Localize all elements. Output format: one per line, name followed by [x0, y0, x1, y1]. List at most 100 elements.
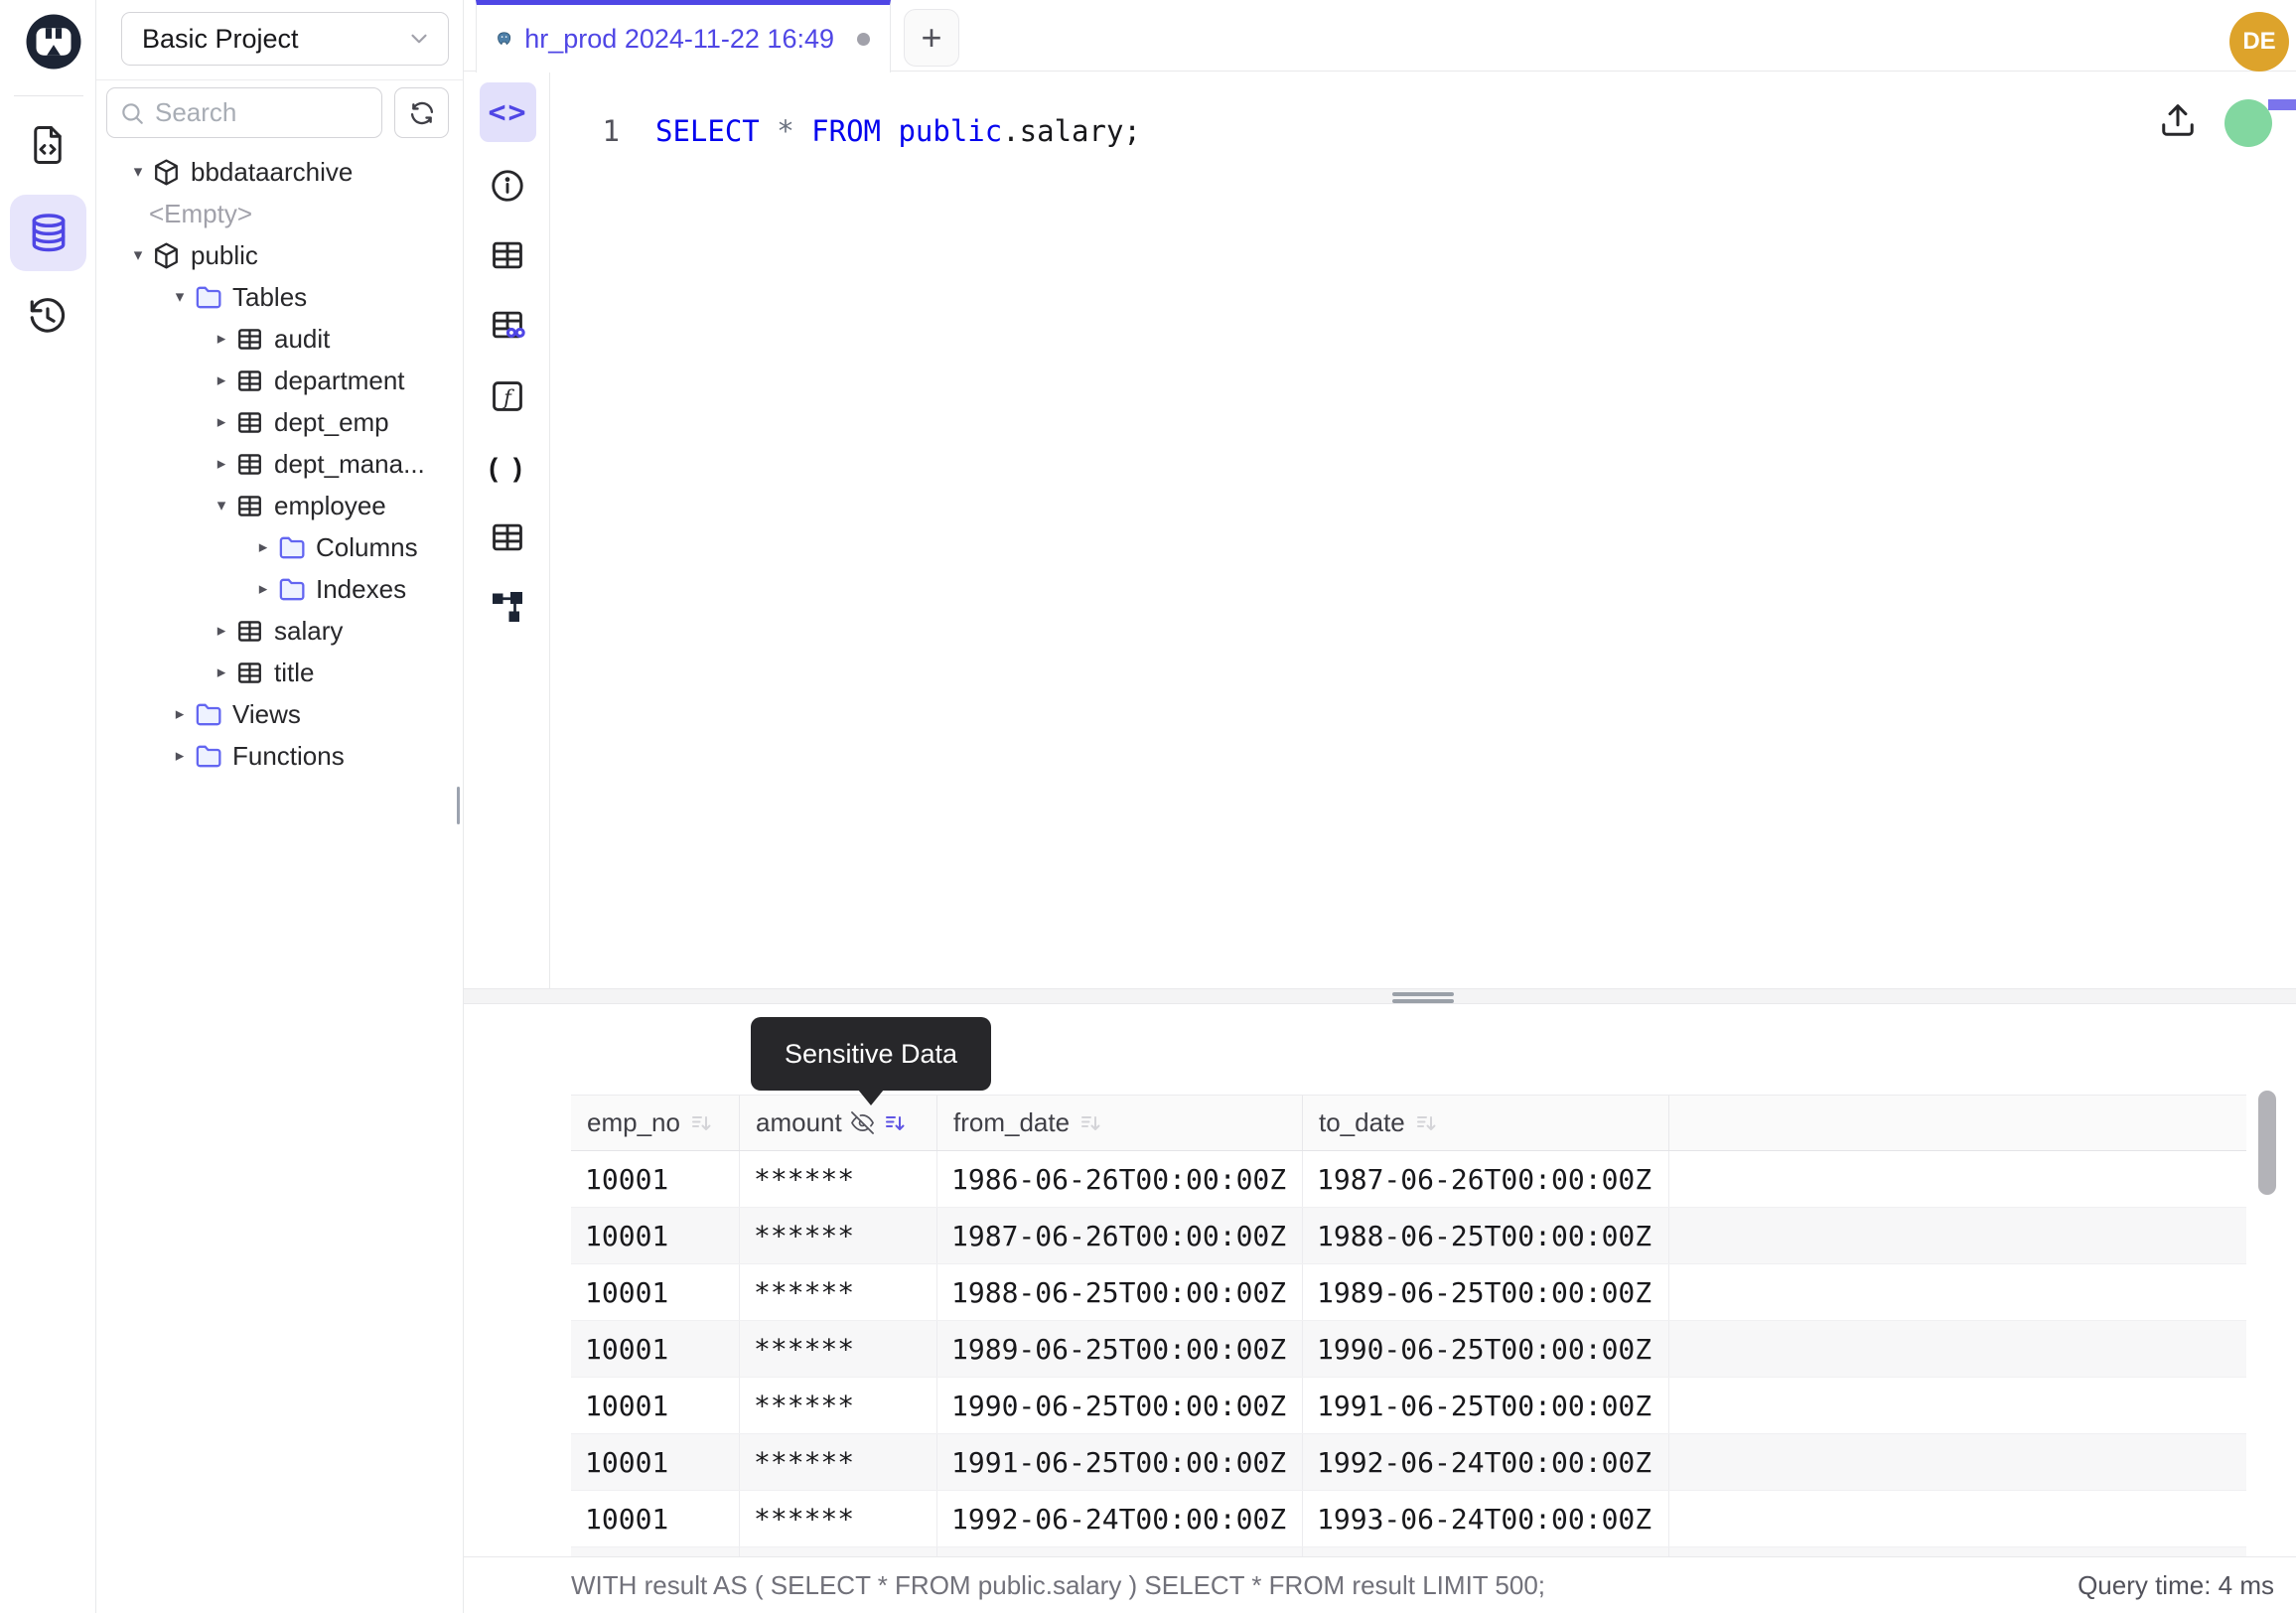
cell[interactable]: 1988-06-25T00:00:00Z — [1303, 1208, 1669, 1263]
external-tables-panel-button[interactable] — [479, 509, 536, 566]
tree-item-folder[interactable]: ▸ Views — [96, 693, 464, 735]
tree-item-folder[interactable]: ▸ Indexes — [96, 568, 464, 610]
tree-item-table[interactable]: ▸ salary — [96, 610, 464, 652]
cell[interactable]: 1989-06-25T00:00:00Z — [1303, 1264, 1669, 1320]
cell[interactable]: 1992-06-24T00:00:00Z — [937, 1491, 1303, 1546]
caret-right-icon[interactable]: ▸ — [208, 621, 235, 641]
new-tab-button[interactable]: + — [904, 9, 959, 67]
sort-icon[interactable] — [689, 1111, 713, 1135]
caret-right-icon[interactable]: ▸ — [249, 537, 277, 557]
tree-item-table[interactable]: ▸ department — [96, 360, 464, 401]
procedures-panel-button[interactable]: ( ) — [479, 439, 536, 497]
cell-masked[interactable]: ****** — [740, 1378, 937, 1433]
cell[interactable]: 1993-06-24T00:00:00Z — [937, 1547, 1303, 1556]
cell-masked[interactable]: ****** — [740, 1321, 937, 1377]
tree-item-table[interactable]: ▸ dept_mana... — [96, 443, 464, 485]
cell[interactable]: 1989-06-25T00:00:00Z — [937, 1321, 1303, 1377]
tree-item-label: public — [191, 240, 258, 271]
caret-down-icon[interactable]: ▾ — [124, 162, 152, 182]
cell[interactable]: 1994-06-24T00:00:00Z — [1303, 1547, 1669, 1556]
column-header-amount[interactable]: amount — [740, 1096, 937, 1150]
eye-off-icon[interactable] — [851, 1111, 874, 1134]
cell[interactable]: 1990-06-25T00:00:00Z — [1303, 1321, 1669, 1377]
caret-right-icon[interactable]: ▸ — [166, 704, 194, 724]
project-select[interactable]: Basic Project — [121, 12, 449, 66]
tree-item-folder[interactable]: ▸ Columns — [96, 526, 464, 568]
tree-item-label: dept_mana... — [274, 449, 425, 480]
upload-sql-button[interactable] — [2159, 101, 2197, 139]
tab-hr-prod[interactable]: hr_prod 2024-11-22 16:49 — [476, 0, 891, 73]
caret-right-icon[interactable]: ▸ — [208, 454, 235, 474]
cell[interactable]: 1991-06-25T00:00:00Z — [937, 1434, 1303, 1490]
cell[interactable]: 10001 — [571, 1321, 740, 1377]
code-panel-toggle[interactable]: <> — [480, 82, 536, 142]
tree-item-table[interactable]: ▾ employee — [96, 485, 464, 526]
cell-masked[interactable]: ****** — [740, 1434, 937, 1490]
cell[interactable]: 10001 — [571, 1208, 740, 1263]
info-button[interactable] — [479, 157, 536, 215]
grid-scrollbar-thumb[interactable] — [2258, 1091, 2276, 1195]
cell[interactable]: 10001 — [571, 1151, 740, 1207]
tree-item-table[interactable]: ▸ title — [96, 652, 464, 693]
cell[interactable]: 10001 — [571, 1264, 740, 1320]
worksheets-nav-button[interactable] — [20, 117, 75, 173]
caret-right-icon[interactable]: ▸ — [208, 329, 235, 349]
cell[interactable]: 1987-06-26T00:00:00Z — [937, 1208, 1303, 1263]
cell[interactable]: 1986-06-26T00:00:00Z — [937, 1151, 1303, 1207]
tables-panel-button[interactable] — [479, 226, 536, 284]
column-header-emp-no[interactable]: emp_no — [571, 1096, 740, 1150]
sidebar-search[interactable] — [106, 87, 382, 138]
sql-editor[interactable]: 1 SELECT * FROM public.salary; — [550, 87, 2296, 917]
panel-resize-divider[interactable] — [464, 988, 2296, 1004]
tree-item-folder[interactable]: ▸ Functions — [96, 735, 464, 777]
avatar[interactable]: DE — [2229, 12, 2289, 72]
cell[interactable]: 10001 — [571, 1547, 740, 1556]
bytebase-logo[interactable] — [24, 12, 83, 72]
folder-icon — [194, 742, 222, 771]
schema-cube-icon — [152, 241, 181, 270]
cell[interactable]: 10001 — [571, 1378, 740, 1433]
caret-right-icon[interactable]: ▸ — [208, 662, 235, 682]
cell-masked[interactable]: ****** — [740, 1547, 937, 1556]
column-header-from-date[interactable]: from_date — [937, 1096, 1303, 1150]
sidebar-search-input[interactable] — [155, 97, 354, 128]
cell-empty — [1669, 1491, 2246, 1546]
caret-right-icon[interactable]: ▸ — [208, 412, 235, 432]
cell[interactable]: 1987-06-26T00:00:00Z — [1303, 1151, 1669, 1207]
table-icon — [489, 236, 526, 274]
tree-item-table[interactable]: ▸ dept_emp — [96, 401, 464, 443]
cell[interactable]: 1993-06-24T00:00:00Z — [1303, 1491, 1669, 1546]
caret-down-icon[interactable]: ▾ — [208, 496, 235, 515]
cell-masked[interactable]: ****** — [740, 1264, 937, 1320]
tree-item-schema[interactable]: ▾ bbdataarchive — [96, 151, 464, 193]
cell-masked[interactable]: ****** — [740, 1151, 937, 1207]
sidebar: Basic Project ▾ bbdataarchive <Empty> — [96, 0, 464, 1613]
databases-nav-button[interactable] — [10, 195, 86, 271]
sort-icon[interactable] — [1414, 1111, 1438, 1135]
sort-icon-active[interactable] — [883, 1111, 907, 1135]
cell[interactable]: 1988-06-25T00:00:00Z — [937, 1264, 1303, 1320]
cell[interactable]: 1991-06-25T00:00:00Z — [1303, 1378, 1669, 1433]
tree-item-schema[interactable]: ▾ public — [96, 234, 464, 276]
cell[interactable]: 10001 — [571, 1491, 740, 1546]
functions-panel-button[interactable]: f — [479, 367, 536, 425]
caret-down-icon[interactable]: ▾ — [124, 245, 152, 265]
cell-masked[interactable]: ****** — [740, 1208, 937, 1263]
history-nav-button[interactable] — [20, 288, 75, 344]
column-header-to-date[interactable]: to_date — [1303, 1096, 1669, 1150]
schema-diagram-button[interactable] — [479, 578, 536, 636]
cell[interactable]: 10001 — [571, 1434, 740, 1490]
tree-item-folder[interactable]: ▾ Tables — [96, 276, 464, 318]
cell-masked[interactable]: ****** — [740, 1491, 937, 1546]
cell[interactable]: 1990-06-25T00:00:00Z — [937, 1378, 1303, 1433]
cell[interactable]: 1992-06-24T00:00:00Z — [1303, 1434, 1669, 1490]
sort-icon[interactable] — [1078, 1111, 1102, 1135]
folder-icon — [194, 700, 222, 729]
tree-item-table[interactable]: ▸ audit — [96, 318, 464, 360]
caret-right-icon[interactable]: ▸ — [249, 579, 277, 599]
caret-down-icon[interactable]: ▾ — [166, 287, 194, 307]
sensitive-data-panel-button[interactable] — [479, 296, 536, 354]
refresh-schema-button[interactable] — [394, 87, 449, 138]
caret-right-icon[interactable]: ▸ — [208, 370, 235, 390]
caret-right-icon[interactable]: ▸ — [166, 746, 194, 766]
